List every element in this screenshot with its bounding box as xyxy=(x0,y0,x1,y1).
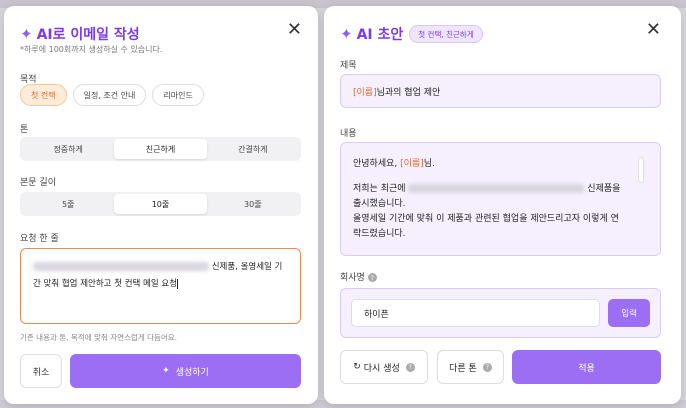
request-line-1: 신제품, 올영세일 기 xyxy=(33,259,288,276)
purpose-chip-first-contact[interactable]: 첫 컨택 xyxy=(20,84,67,106)
modal-title: AI 초안 xyxy=(356,27,404,43)
company-label: 회사명? xyxy=(340,270,377,283)
company-name-input[interactable]: 하이픈 xyxy=(351,299,601,327)
length-option-10[interactable]: 10줄 xyxy=(114,194,207,214)
purpose-chips: 첫 컨택 일정, 조건 안내 리마인드 xyxy=(20,84,204,106)
help-icon[interactable]: ? xyxy=(367,273,377,282)
help-icon[interactable]: ? xyxy=(405,362,415,372)
subject-field[interactable]: [이름] 님과의 협업 제안 xyxy=(340,74,661,108)
tone-option-concise[interactable]: 간결하게 xyxy=(207,139,299,159)
sparkle-icon: ✦ xyxy=(20,24,33,43)
length-option-5[interactable]: 5줄 xyxy=(22,194,114,214)
body-line-4: 올영세일 기간에 맞춰 이 제품과 관련된 협업을 제안드리고자 이렇게 연 xyxy=(353,214,619,224)
length-segmented-control: 5줄 10줄 30줄 xyxy=(20,192,301,216)
purpose-chip-schedule[interactable]: 일정, 조건 안내 xyxy=(72,84,147,106)
sparkle-icon: ✦ xyxy=(162,366,170,376)
generate-button[interactable]: ✦ 생성하기 xyxy=(70,354,301,388)
tone-segmented-control: 정중하게 친근하게 간결하게 xyxy=(20,137,301,161)
tone-label: 톤 xyxy=(20,125,29,135)
body-label: 내용 xyxy=(340,129,357,139)
length-label: 본문 길이 xyxy=(20,178,56,188)
length-option-30[interactable]: 30줄 xyxy=(207,194,299,214)
tone-option-polite[interactable]: 정중하게 xyxy=(22,139,114,159)
modal-header: ✦ AI로 이메일 작성 xyxy=(20,24,140,44)
ai-draft-modal: ✦ AI 초안 첫 컨택, 친근하게 ✕ 제목 [이름] 님과의 협업 제안 내용… xyxy=(324,6,681,404)
close-icon[interactable]: ✕ xyxy=(287,21,302,39)
purpose-chip-remind[interactable]: 리마인드 xyxy=(152,84,204,106)
text-cursor xyxy=(177,278,179,289)
ai-email-compose-modal: ✦ AI로 이메일 작성 ✕ *하루에 100회까지 생성하실 수 있습니다. … xyxy=(4,6,318,404)
subject-label: 제목 xyxy=(340,61,357,71)
name-placeholder-token: [이름] xyxy=(400,159,424,169)
usage-limit-note: *하루에 100회까지 생성하실 수 있습니다. xyxy=(20,45,163,54)
body-line-greeting: 안녕하세요, [이름]님. xyxy=(353,159,435,169)
close-icon[interactable]: ✕ xyxy=(646,21,661,39)
body-line-3: 출시했습니다. xyxy=(353,199,406,209)
apply-button[interactable]: 적용 xyxy=(512,350,661,384)
body-scrollbar[interactable] xyxy=(638,157,644,183)
request-line-2: 간 맞춰 협업 제안하고 첫 컨택 메일 요청 xyxy=(33,278,179,289)
modal-title: AI로 이메일 작성 xyxy=(36,27,140,43)
regenerate-button[interactable]: ↻ 다시 생성 ? xyxy=(340,350,428,384)
help-icon[interactable]: ? xyxy=(482,362,492,372)
request-label: 요청 한 줄 xyxy=(20,234,59,244)
request-textarea[interactable]: 신제품, 올영세일 기 간 맞춰 협업 제안하고 첫 컨택 메일 요청 xyxy=(20,248,301,324)
request-hint: 기존 내용과 톤, 목적에 맞춰 자연스럽게 다듬어요. xyxy=(20,333,178,342)
draft-options-badge: 첫 컨택, 친근하게 xyxy=(409,25,483,43)
company-enter-button[interactable]: 입력 xyxy=(608,299,650,327)
redacted-text xyxy=(408,184,585,193)
generate-button-label: 생성하기 xyxy=(175,367,209,378)
other-tone-button[interactable]: 다른 톤 ? xyxy=(437,350,504,384)
body-line-2: 저희는 최근에 신제품을 xyxy=(353,184,621,194)
modal-header: ✦ AI 초안 첫 컨택, 친근하게 xyxy=(340,24,483,44)
refresh-icon: ↻ xyxy=(353,362,361,372)
name-placeholder-token: [이름] xyxy=(353,87,377,98)
tone-option-friendly[interactable]: 친근하게 xyxy=(114,139,207,159)
company-field: 하이픈 입력 xyxy=(340,288,661,338)
body-field[interactable]: 안녕하세요, [이름]님. 저희는 최근에 신제품을 출시했습니다. 올영세일 … xyxy=(340,142,661,256)
body-line-5: 락드렸습니다. xyxy=(353,229,406,239)
redacted-text xyxy=(33,262,209,271)
cancel-button[interactable]: 취소 xyxy=(20,354,62,388)
sparkle-icon: ✦ xyxy=(340,24,353,43)
